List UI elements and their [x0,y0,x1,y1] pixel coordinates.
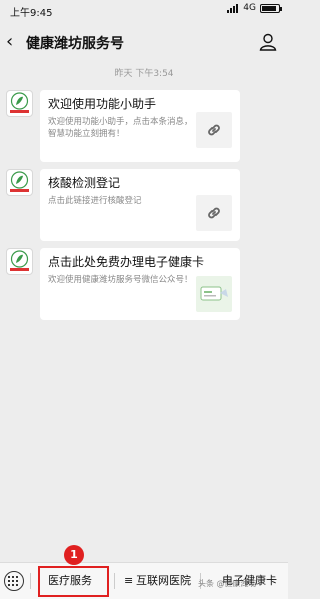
menu-divider [114,573,115,589]
profile-icon[interactable] [258,32,278,52]
status-icons: 4G [227,3,282,13]
article-card[interactable]: 点击此处免费办理电子健康卡 欢迎使用健康潍坊服务号微信公众号！ [40,248,240,320]
chat-timestamp: 昨天 下午3:54 [114,69,174,79]
article-card[interactable]: 核酸检测登记 点击此链接进行核酸登记 [40,169,240,241]
keyboard-toggle-icon[interactable] [4,571,24,591]
page-title: 健康潍坊服务号 [26,36,124,52]
nav-bar: ‹ 健康潍坊服务号 [0,22,288,62]
article-card[interactable]: 欢迎使用功能小助手 欢迎使用功能小助手，点击本条消息，智慧功能立刻拥有！ [40,90,240,162]
avatar[interactable] [6,90,33,117]
menu-divider [30,573,31,589]
article-title: 核酸检测登记 [48,176,121,190]
watermark: 头条 @健康潍坊 [198,579,257,588]
battery-icon [260,3,282,13]
link-icon [196,195,232,231]
status-bar: 上午9:45 4G [0,0,288,22]
annotation-highlight-box [38,566,109,597]
article-desc: 欢迎使用功能小助手，点击本条消息，智慧功能立刻拥有！ [48,117,193,139]
article-title: 点击此处免费办理电子健康卡 [48,255,205,269]
menu-item-internet-hospital[interactable]: 互联网医院 [136,563,196,599]
annotation-step-badge: 1 [64,545,84,565]
article-desc: 欢迎使用健康潍坊服务号微信公众号！ [48,275,193,285]
link-icon [196,112,232,148]
menu-icon: ≡ [124,574,134,587]
health-card-image [196,276,232,312]
status-time: 上午9:45 [10,8,53,19]
avatar[interactable] [6,169,33,196]
back-icon[interactable]: ‹ [6,32,20,52]
signal-icon [227,3,239,13]
article-desc: 点击此链接进行核酸登记 [48,196,142,206]
network-type: 4G [243,3,256,13]
avatar[interactable] [6,248,33,275]
article-title: 欢迎使用功能小助手 [48,97,157,111]
